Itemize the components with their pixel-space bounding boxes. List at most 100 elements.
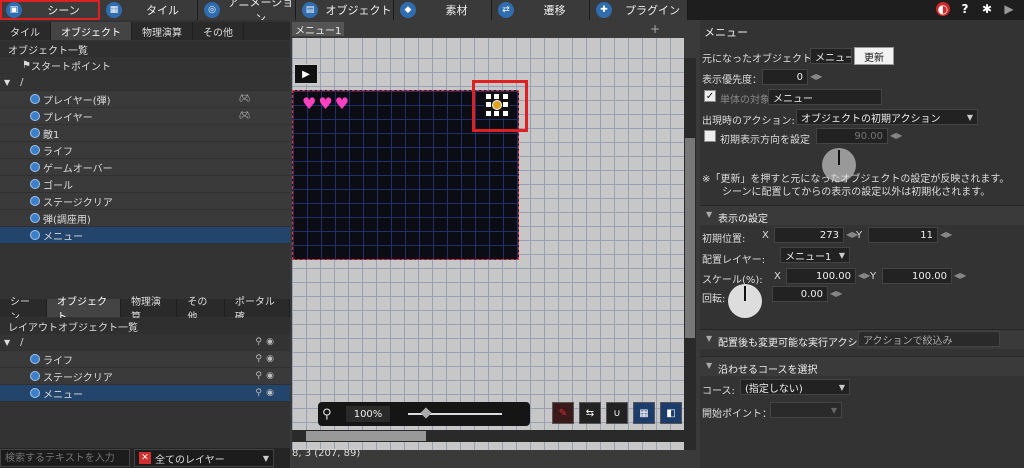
zoom-value[interactable]: 100% [346, 406, 390, 422]
display-section-header[interactable]: ▼ 表示の設定 [700, 205, 1024, 225]
magnet-icon[interactable]: ∪ [606, 402, 628, 424]
tab-scene[interactable]: ▣ シーン [0, 0, 100, 20]
single-target-value[interactable]: メニュー [768, 89, 882, 105]
add-icon[interactable]: + [650, 22, 660, 36]
pos-x-input[interactable]: 273 [774, 227, 844, 243]
appear-action-select[interactable]: オブジェクトの初期アクション ▼ [796, 109, 978, 125]
subtab-scene[interactable]: シーン [0, 297, 48, 323]
subtab-other[interactable]: その他 [193, 22, 244, 40]
layout-tree-root[interactable]: ▼ / ⚲ ◉ [0, 334, 290, 351]
tab-object[interactable]: ▤ オブジェクト [296, 0, 394, 20]
lock-icon[interactable]: ⚲ [255, 354, 262, 364]
object-item[interactable]: プレイヤー(弾) 🎮︎ [0, 91, 290, 108]
collapse-icon: ▼ [706, 361, 713, 370]
zoom-slider-knob[interactable] [420, 407, 432, 419]
layout-item[interactable]: ライフ ⚲ ◉ [0, 351, 290, 368]
tree-root[interactable]: ▼ / [0, 74, 290, 91]
collapse-icon[interactable]: ▼ [4, 338, 10, 347]
init-direction-input[interactable]: 90.00 [816, 128, 888, 144]
canvas-tools: ✎ ⇆ ∪ ▦ ◧ [552, 402, 682, 424]
single-target-checkbox[interactable]: ✓ [704, 90, 716, 102]
object-item-icon [30, 145, 40, 155]
scene-icon: ▣ [6, 2, 22, 18]
priority-input[interactable]: 0 [762, 69, 808, 85]
source-label: 元になったオブジェクト: [702, 54, 816, 65]
layer-icon[interactable]: ◧ [660, 402, 682, 424]
gear-icon[interactable]: ✱ [980, 2, 994, 16]
grid-icon[interactable]: ▦ [633, 402, 655, 424]
stepper-icon[interactable]: ◀▶ [858, 271, 870, 280]
y-label: Y [856, 230, 863, 241]
object-item[interactable]: 敵1 [0, 125, 290, 142]
search-input[interactable] [0, 449, 130, 467]
stepper-icon[interactable]: ◀▶ [810, 72, 822, 81]
object-item[interactable]: ゲームオーバー [0, 159, 290, 176]
object-item-selected[interactable]: メニュー [0, 227, 290, 244]
rotation-input[interactable]: 0.00 [772, 286, 828, 302]
subtab-object[interactable]: オブジェクト [51, 22, 132, 40]
eye-icon[interactable]: ◉ [266, 337, 274, 347]
lock-icon[interactable]: ⚲ [255, 388, 262, 398]
scale-x-input[interactable]: 100.00 [786, 268, 856, 284]
layer-select[interactable]: メニュー1 ▼ [780, 247, 850, 263]
clear-icon[interactable]: ✕ [139, 452, 151, 464]
update-button[interactable]: 更新 [854, 47, 894, 65]
object-item[interactable]: プレイヤー 🎮︎ [0, 108, 290, 125]
object-item[interactable]: ステージクリア [0, 193, 290, 210]
stepper-icon[interactable]: ◀▶ [954, 271, 966, 280]
vertical-scrollbar[interactable] [684, 58, 696, 450]
subtab-portal[interactable]: ポータル確 [225, 297, 290, 323]
action-filter-input[interactable]: アクションで絞込み [858, 331, 1000, 347]
layout-item[interactable]: ステージクリア ⚲ ◉ [0, 368, 290, 385]
tab-animation[interactable]: ◎ アニメーション [198, 0, 296, 25]
scale-y-input[interactable]: 100.00 [882, 268, 952, 284]
course-section-header[interactable]: ▼ 沿わせるコースを選択 [700, 356, 1024, 376]
course-select[interactable]: (指定しない) ▼ [740, 379, 850, 395]
play-icon[interactable]: ▶ [1002, 2, 1016, 16]
layer-filter-select[interactable]: ✕ 全てのレイヤー ▼ [134, 449, 274, 467]
menu-object[interactable] [484, 92, 510, 118]
zoom-icon[interactable]: ⚲ [322, 407, 340, 422]
canvas-layer-tab[interactable]: メニュー1 [292, 22, 345, 37]
object-item[interactable]: ゴール [0, 176, 290, 193]
tab-material[interactable]: ◆ 素材 [394, 0, 492, 20]
collapse-icon: ▼ [706, 210, 713, 219]
stepper-icon[interactable]: ◀▶ [830, 289, 842, 298]
camera-icon[interactable]: ▶ [294, 64, 318, 84]
init-direction-checkbox[interactable] [704, 130, 716, 142]
subtab-physics[interactable]: 物理演算 [121, 297, 178, 323]
x-label: X [762, 230, 769, 241]
tab-transition[interactable]: ⇄ 遷移 [492, 0, 590, 20]
stepper-icon[interactable]: ◀▶ [890, 131, 902, 140]
life-hearts[interactable]: ♥ ♥ ♥ [302, 96, 349, 112]
ruby-icon[interactable]: ◐ [936, 2, 950, 16]
subtab-physics[interactable]: 物理演算 [132, 22, 193, 40]
stepper-icon[interactable]: ◀▶ [940, 230, 952, 239]
collapse-icon: ▼ [706, 334, 713, 343]
lock-icon[interactable]: ⚲ [255, 371, 262, 381]
brush-icon[interactable]: ✎ [552, 402, 574, 424]
object-item[interactable]: ライフ [0, 142, 290, 159]
zoom-slider[interactable] [408, 407, 502, 419]
layout-item-selected[interactable]: メニュー ⚲ ◉ [0, 385, 290, 402]
pos-y-input[interactable]: 11 [868, 227, 938, 243]
link-icon[interactable]: ⇆ [579, 402, 601, 424]
rotation-dial[interactable] [728, 284, 762, 318]
subtab-object[interactable]: オブジェクト [47, 297, 122, 323]
subtab-other[interactable]: その他 [177, 297, 225, 323]
object-item-icon [30, 179, 40, 189]
help-icon[interactable]: ? [958, 2, 972, 16]
tab-plugin[interactable]: ✚ プラグイン [590, 0, 688, 20]
eye-icon[interactable]: ◉ [266, 371, 274, 381]
horizontal-scrollbar[interactable] [292, 430, 684, 442]
object-item-icon [30, 94, 40, 104]
lock-icon[interactable]: ⚲ [255, 337, 262, 347]
start-point-item[interactable]: ⚑ スタートポイント [0, 57, 290, 74]
subtab-tile[interactable]: タイル [0, 22, 51, 40]
start-point-select[interactable]: ▼ [770, 402, 842, 418]
collapse-icon[interactable]: ▼ [4, 78, 10, 87]
eye-icon[interactable]: ◉ [266, 354, 274, 364]
object-item[interactable]: 弾(調座用) [0, 210, 290, 227]
eye-icon[interactable]: ◉ [266, 388, 274, 398]
tab-tile[interactable]: ▦ タイル [100, 0, 198, 20]
